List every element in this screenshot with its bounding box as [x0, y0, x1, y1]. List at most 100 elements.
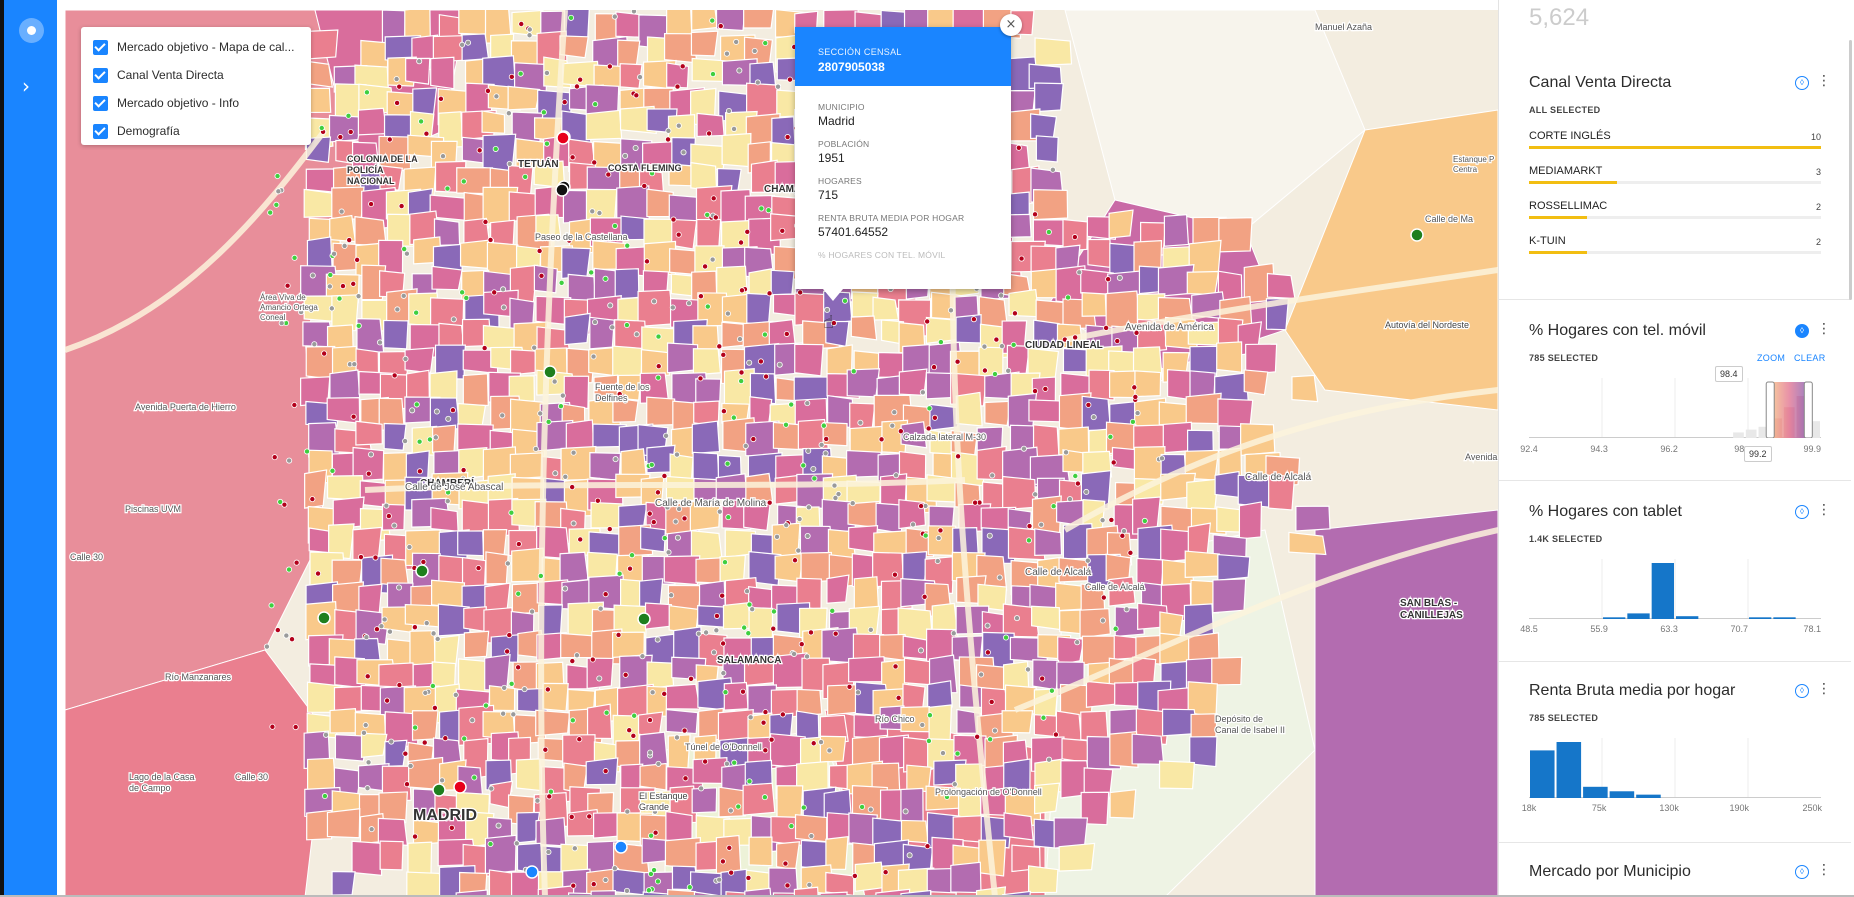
more-vert-icon[interactable]: ⋮	[1817, 73, 1831, 89]
store-marker[interactable]	[1065, 294, 1072, 301]
store-marker[interactable]	[569, 658, 576, 665]
census-section[interactable]	[331, 870, 356, 896]
store-marker[interactable]	[988, 698, 995, 705]
census-section[interactable]	[715, 834, 742, 875]
store-marker[interactable]	[355, 322, 362, 329]
store-marker[interactable]	[499, 412, 506, 419]
census-section[interactable]	[854, 861, 885, 893]
store-marker[interactable]	[611, 865, 618, 872]
store-marker[interactable]	[488, 785, 495, 792]
store-marker[interactable]	[922, 532, 929, 539]
store-marker[interactable]	[597, 605, 604, 612]
store-marker[interactable]	[720, 640, 727, 647]
census-section[interactable]	[1216, 341, 1243, 373]
store-marker[interactable]	[286, 457, 293, 464]
store-marker[interactable]	[750, 436, 757, 443]
filter-icon[interactable]: ◊	[1795, 76, 1809, 90]
census-section[interactable]	[457, 530, 485, 557]
store-marker[interactable]	[492, 145, 499, 152]
store-marker[interactable]	[826, 747, 833, 754]
store-marker[interactable]	[855, 689, 862, 696]
store-marker[interactable]	[338, 208, 345, 215]
store-marker[interactable]	[850, 368, 857, 375]
census-section[interactable]	[1288, 531, 1327, 556]
store-marker[interactable]	[391, 372, 398, 379]
store-marker[interactable]	[500, 710, 507, 717]
store-marker[interactable]	[783, 522, 790, 529]
store-marker[interactable]	[293, 559, 300, 566]
store-marker[interactable]	[385, 513, 392, 520]
store-marker[interactable]	[426, 436, 433, 443]
census-section[interactable]	[511, 10, 544, 37]
store-marker[interactable]	[1015, 144, 1022, 151]
store-marker[interactable]	[1121, 528, 1128, 535]
layer-toggle-1[interactable]: Canal Venta Directa	[93, 61, 311, 89]
store-marker[interactable]	[766, 290, 773, 297]
census-section[interactable]	[564, 312, 591, 346]
census-section[interactable]	[900, 819, 929, 844]
store-marker[interactable]	[661, 472, 668, 479]
store-marker-large[interactable]	[453, 780, 467, 794]
store-marker[interactable]	[998, 292, 1005, 299]
census-section[interactable]	[380, 557, 410, 588]
census-section[interactable]	[770, 269, 795, 296]
store-marker[interactable]	[681, 515, 688, 522]
store-marker[interactable]	[318, 125, 325, 132]
store-marker[interactable]	[274, 627, 281, 634]
store-marker[interactable]	[706, 130, 713, 137]
store-marker[interactable]	[591, 319, 598, 326]
store-marker[interactable]	[739, 688, 746, 695]
store-marker[interactable]	[398, 203, 405, 210]
store-marker[interactable]	[761, 794, 768, 801]
store-marker[interactable]	[719, 858, 726, 865]
store-marker[interactable]	[558, 279, 565, 286]
histogram-bar[interactable]	[1530, 750, 1555, 798]
census-section[interactable]	[771, 116, 796, 147]
census-section[interactable]	[1134, 370, 1162, 398]
census-section[interactable]	[303, 188, 335, 218]
store-marker[interactable]	[935, 535, 942, 542]
store-marker[interactable]	[810, 740, 817, 747]
store-marker[interactable]	[372, 554, 379, 561]
census-section[interactable]	[826, 574, 850, 604]
store-marker[interactable]	[867, 806, 874, 813]
census-section[interactable]	[664, 837, 701, 870]
store-marker[interactable]	[921, 593, 928, 600]
store-marker[interactable]	[481, 345, 488, 352]
store-marker[interactable]	[354, 256, 361, 263]
store-marker[interactable]	[661, 535, 668, 542]
store-marker[interactable]	[723, 50, 730, 57]
store-marker[interactable]	[589, 656, 596, 663]
store-marker[interactable]	[465, 39, 472, 46]
store-marker[interactable]	[504, 560, 511, 567]
store-marker[interactable]	[810, 465, 817, 472]
store-marker[interactable]	[459, 289, 466, 296]
census-section[interactable]	[691, 420, 721, 455]
store-marker[interactable]	[1119, 532, 1126, 539]
store-marker[interactable]	[746, 778, 753, 785]
store-marker[interactable]	[655, 363, 662, 370]
census-section[interactable]	[462, 373, 489, 407]
histogram-bar[interactable]	[1773, 617, 1796, 619]
census-section[interactable]	[1061, 738, 1091, 764]
store-marker[interactable]	[779, 227, 786, 234]
store-marker[interactable]	[647, 749, 654, 756]
store-marker[interactable]	[442, 735, 449, 742]
store-marker[interactable]	[322, 731, 329, 738]
store-marker[interactable]	[364, 673, 371, 680]
store-marker[interactable]	[665, 127, 672, 134]
census-section[interactable]	[646, 396, 677, 427]
store-marker[interactable]	[674, 534, 681, 541]
census-section[interactable]	[955, 391, 983, 427]
store-marker[interactable]	[289, 636, 296, 643]
store-marker[interactable]	[679, 63, 686, 70]
layer-toggle-3[interactable]: Demografía	[93, 117, 311, 145]
store-marker[interactable]	[513, 840, 520, 847]
store-marker[interactable]	[321, 793, 328, 800]
checkbox-icon[interactable]	[93, 67, 108, 83]
store-marker[interactable]	[805, 504, 812, 511]
store-marker[interactable]	[557, 403, 564, 410]
store-marker[interactable]	[717, 23, 724, 30]
census-section[interactable]	[300, 376, 331, 407]
census-section[interactable]	[1291, 374, 1319, 403]
